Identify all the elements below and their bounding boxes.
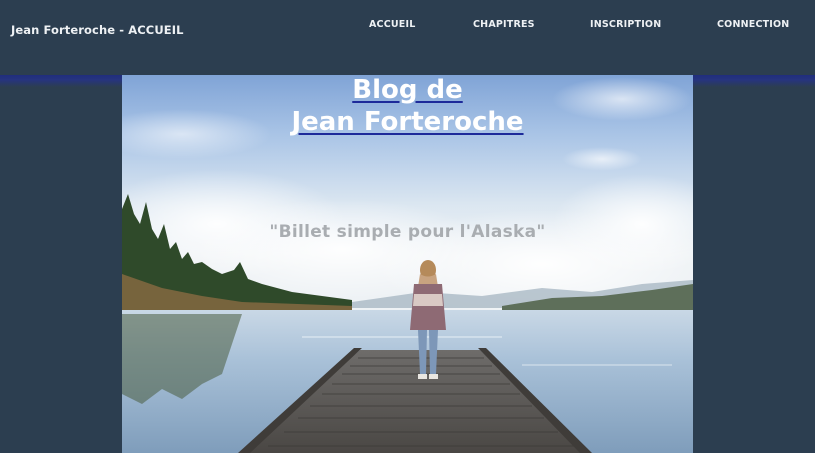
top-navbar: Jean Forteroche - ACCUEIL ACCUEIL CHAPIT… bbox=[0, 0, 815, 75]
blog-title-line1: Blog de bbox=[352, 75, 463, 105]
book-tagline: "Billet simple pour l'Alaska" bbox=[269, 222, 546, 242]
brand-link[interactable]: Jean Forteroche - ACCUEIL bbox=[11, 23, 184, 37]
blog-title: Blog de Jean Forteroche bbox=[122, 74, 693, 138]
blog-title-line2: Jean Forteroche bbox=[291, 107, 524, 137]
nav-link-inscription[interactable]: INSCRIPTION bbox=[590, 19, 661, 30]
blog-title-link-line2[interactable]: Jean Forteroche bbox=[122, 106, 693, 138]
nav-link-chapitres[interactable]: CHAPITRES bbox=[473, 19, 535, 30]
hero-banner: Blog de Jean Forteroche "Billet simple p… bbox=[122, 74, 693, 453]
blog-title-link-line1[interactable]: Blog de bbox=[122, 74, 693, 106]
nav-link-accueil[interactable]: ACCUEIL bbox=[369, 19, 416, 30]
nav-link-connection[interactable]: CONNECTION bbox=[717, 19, 789, 30]
